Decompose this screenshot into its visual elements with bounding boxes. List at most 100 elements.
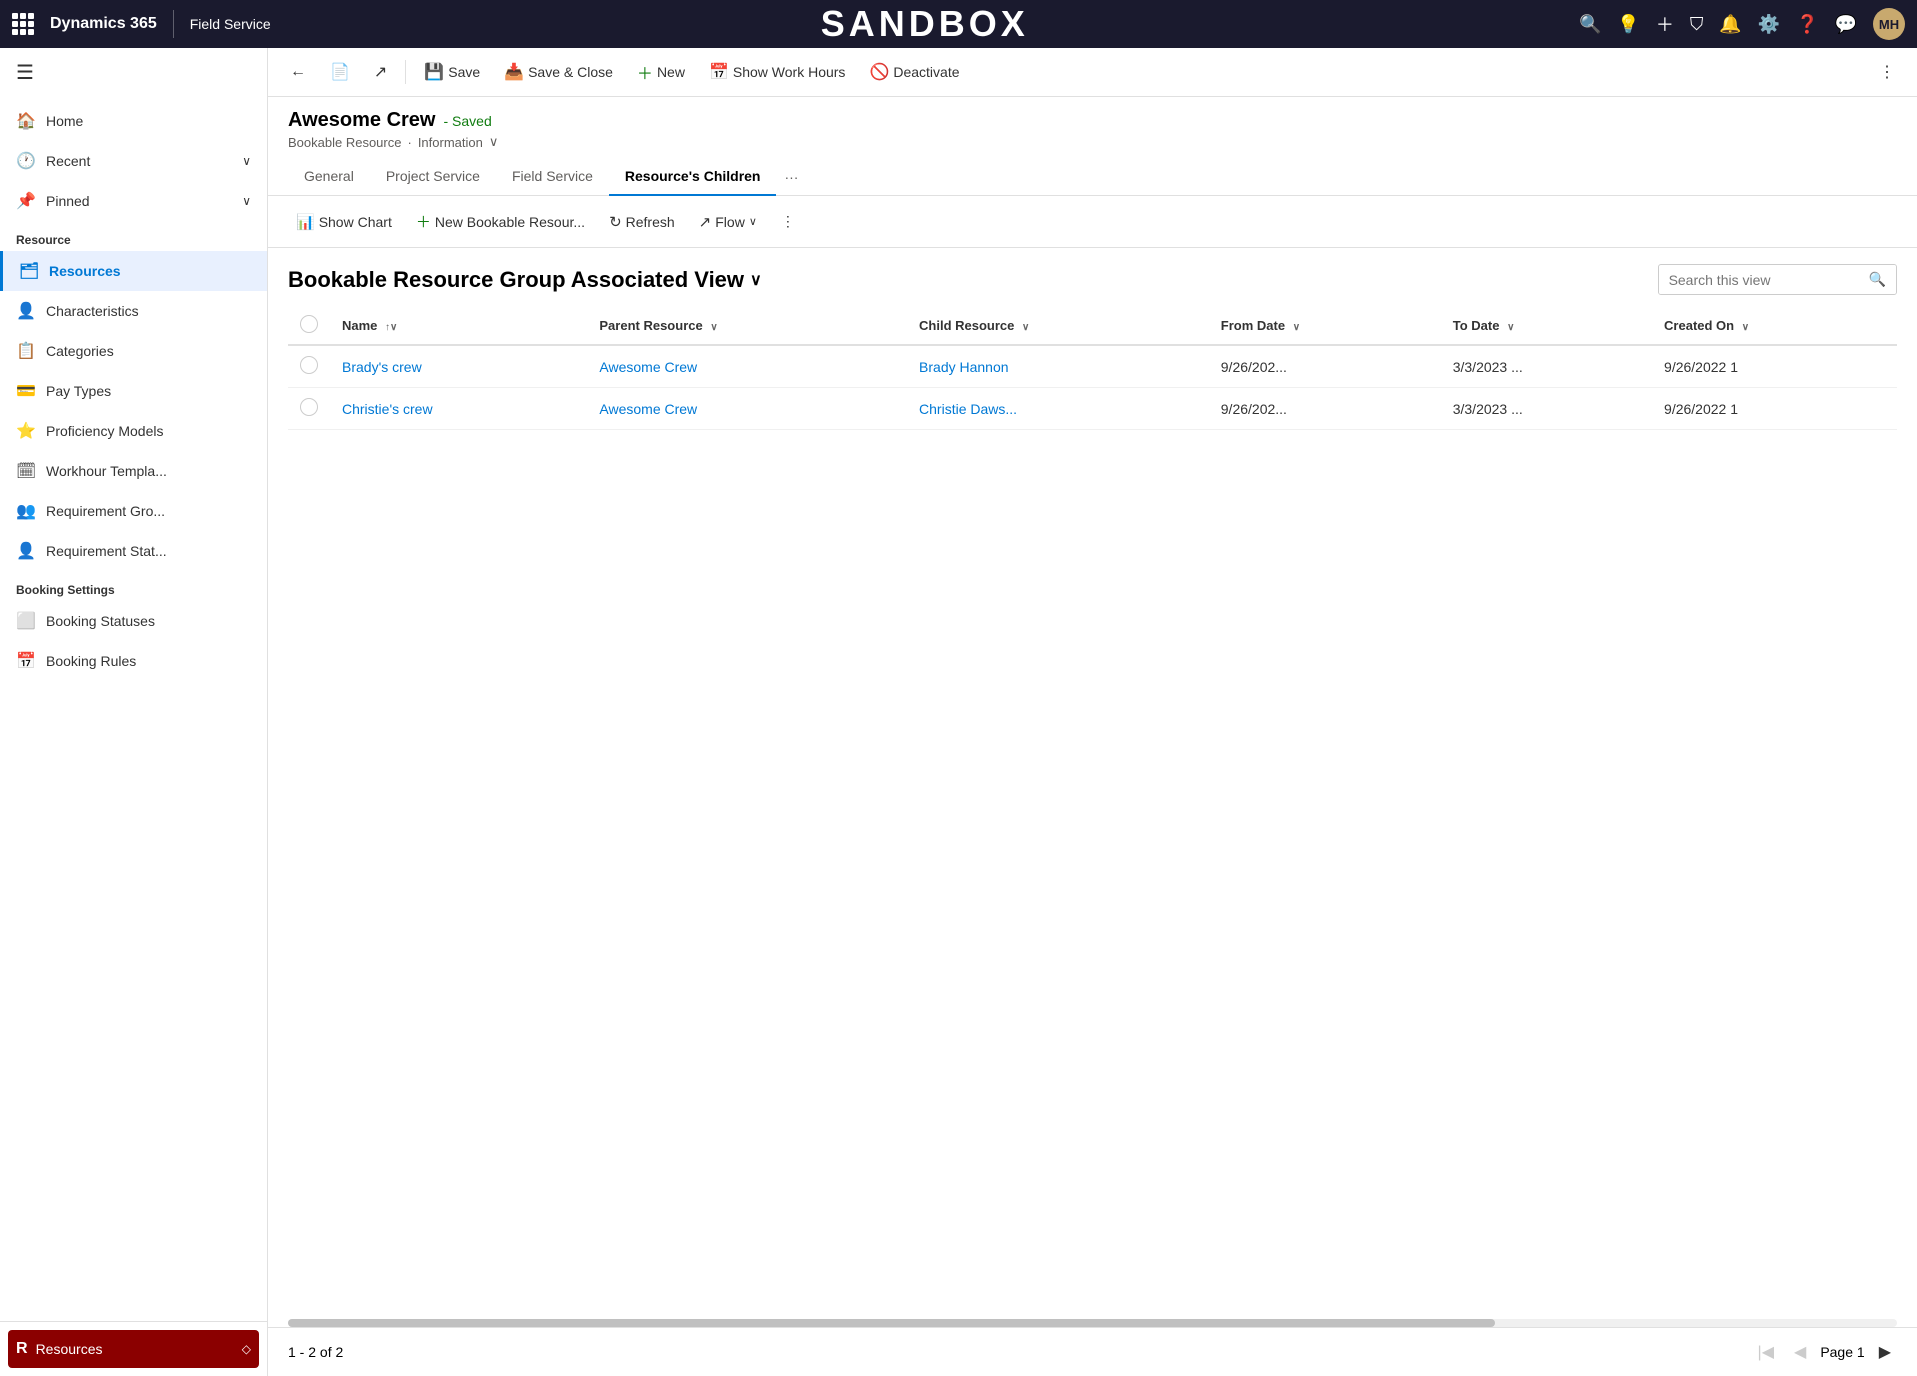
flow-button[interactable]: ↗ Flow ∨ [691,208,765,236]
prev-page-button[interactable]: ◀ [1788,1338,1812,1366]
save-button[interactable]: 💾 Save [414,56,490,88]
form-view-button[interactable]: 📄 [320,56,360,88]
child-sort-icon[interactable]: ∨ [1022,322,1029,333]
pay-types-icon: 💳 [16,381,36,401]
sidebar-bottom-resources[interactable]: R Resources ◇ [8,1330,259,1368]
lightbulb-icon[interactable]: 💡 [1617,14,1639,35]
booking-section-title: Booking Settings [0,571,267,601]
refresh-button[interactable]: ↻ Refresh [601,208,683,236]
view-chevron-icon[interactable]: ∨ [750,270,762,290]
search-icon[interactable]: 🔍 [1579,14,1601,35]
characteristics-icon: 👤 [16,301,36,321]
chart-icon: 📊 [296,213,315,231]
cmd-separator-1 [405,60,406,84]
sidebar-item-req-groups[interactable]: 👥 Requirement Gro... [0,491,267,531]
filter-icon[interactable]: ⛉ [1690,14,1704,35]
first-page-button[interactable]: |◀ [1752,1338,1780,1366]
record-tabs: General Project Service Field Service Re… [268,158,1917,196]
name-sort-icon[interactable]: ↑∨ [385,322,397,333]
waffle-menu[interactable] [12,13,34,35]
row-2-to-date: 3/3/2023 ... [1441,388,1652,430]
plus-icon[interactable]: ＋ [1656,11,1674,37]
horizontal-scrollbar[interactable] [288,1319,1897,1327]
scrollbar-thumb [288,1319,1495,1327]
settings-icon[interactable]: ⚙️ [1758,14,1780,35]
tab-resources-children[interactable]: Resource's Children [609,158,777,196]
more-commands-button[interactable]: ⋮ [1869,56,1905,88]
next-page-button[interactable]: ▶ [1873,1338,1897,1366]
row-1-name-link[interactable]: Brady's crew [342,359,422,375]
data-table: Name ↑∨ Parent Resource ∨ Child Resource… [288,307,1897,430]
back-button[interactable]: ← [280,57,316,87]
bell-icon[interactable]: 🔔 [1719,14,1741,35]
row-2-checkbox[interactable] [300,398,318,416]
tab-general[interactable]: General [288,158,370,196]
show-chart-button[interactable]: 📊 Show Chart [288,208,400,236]
sidebar-item-proficiency-label: Proficiency Models [46,423,164,439]
sidebar-item-booking-rules[interactable]: 📅 Booking Rules [0,641,267,681]
categories-icon: 📋 [16,341,36,361]
sidebar-item-recent[interactable]: 🕐 Recent ∨ [0,141,267,181]
nav-icons-group: 🔍 💡 ＋ ⛉ 🔔 ⚙️ ❓ 💬 MH [1579,8,1905,40]
row-1-parent-link[interactable]: Awesome Crew [599,359,697,375]
col-parent-resource: Parent Resource ∨ [587,307,907,345]
deactivate-button[interactable]: 🚫 Deactivate [859,56,969,88]
sidebar-item-resources-label: Resources [49,263,121,279]
sub-toolbar: 📊 Show Chart ＋ New Bookable Resour... ↻ … [268,196,1917,248]
grid-area: Bookable Resource Group Associated View … [268,248,1917,1319]
row-2-parent-link[interactable]: Awesome Crew [599,401,697,417]
new-button[interactable]: ＋ New [627,54,695,90]
col-child-resource: Child Resource ∨ [907,307,1209,345]
row-2-name: Christie's crew [330,388,587,430]
user-avatar[interactable]: MH [1873,8,1905,40]
show-work-hours-button[interactable]: 📅 Show Work Hours [699,56,855,88]
created-on-sort-icon[interactable]: ∨ [1742,322,1749,333]
to-date-sort-icon[interactable]: ∨ [1507,322,1514,333]
select-all-checkbox[interactable] [300,315,318,333]
sidebar-item-home-label: Home [46,113,83,129]
booking-rules-icon: 📅 [16,651,36,671]
search-submit-icon[interactable]: 🔍 [1859,265,1896,294]
sidebar-item-pinned[interactable]: 📌 Pinned ∨ [0,181,267,221]
top-navigation: Dynamics 365 Field Service SANDBOX 🔍 💡 ＋… [0,0,1917,48]
form-type: Information [418,135,483,150]
row-1-checkbox[interactable] [300,356,318,374]
sidebar-item-home[interactable]: 🏠 Home [0,101,267,141]
sidebar-item-req-status[interactable]: 👤 Requirement Stat... [0,531,267,571]
hamburger-menu[interactable]: ☰ [16,62,34,84]
sidebar-item-characteristics[interactable]: 👤 Characteristics [0,291,267,331]
feedback-icon[interactable]: 💬 [1835,14,1857,35]
sidebar-item-pay-types[interactable]: 💳 Pay Types [0,371,267,411]
row-2-child-link[interactable]: Christie Daws... [919,401,1017,417]
open-new-window-button[interactable]: ↗ [364,56,397,88]
booking-statuses-icon: ⬜ [16,611,36,631]
sub-more-button[interactable]: ⋮ [773,208,803,235]
save-close-button[interactable]: 📥 Save & Close [494,56,623,88]
sidebar-item-resources[interactable]: 🗂 Resources [0,251,267,291]
row-1-child-link[interactable]: Brady Hannon [919,359,1009,375]
sidebar-item-workhour[interactable]: 🗓 Workhour Templa... [0,451,267,491]
sidebar-item-req-groups-label: Requirement Gro... [46,503,165,519]
row-2-child: Christie Daws... [907,388,1209,430]
table-header: Name ↑∨ Parent Resource ∨ Child Resource… [288,307,1897,345]
from-date-sort-icon[interactable]: ∨ [1293,322,1300,333]
new-bookable-resource-button[interactable]: ＋ New Bookable Resour... [408,206,593,237]
form-type-chevron[interactable]: ∨ [489,134,499,150]
bottom-item-icon: R [16,1340,28,1358]
tab-project-service[interactable]: Project Service [370,158,496,196]
sidebar-item-proficiency[interactable]: ⭐ Proficiency Models [0,411,267,451]
workhour-icon: 🗓 [16,461,36,481]
pagination: |◀ ◀ Page 1 ▶ [1752,1338,1897,1366]
record-count: 1 - 2 of 2 [288,1344,343,1360]
sidebar-item-categories[interactable]: 📋 Categories [0,331,267,371]
proficiency-icon: ⭐ [16,421,36,441]
col-from-date: From Date ∨ [1209,307,1441,345]
row-2-name-link[interactable]: Christie's crew [342,401,433,417]
parent-sort-icon[interactable]: ∨ [710,322,717,333]
tab-more-button[interactable]: ··· [776,159,806,195]
sidebar: ☰ 🏠 Home 🕐 Recent ∨ 📌 Pinned ∨ Resource … [0,48,268,1376]
sidebar-item-booking-statuses[interactable]: ⬜ Booking Statuses [0,601,267,641]
help-icon[interactable]: ❓ [1796,14,1818,35]
tab-field-service[interactable]: Field Service [496,158,609,196]
search-input[interactable] [1659,266,1859,294]
